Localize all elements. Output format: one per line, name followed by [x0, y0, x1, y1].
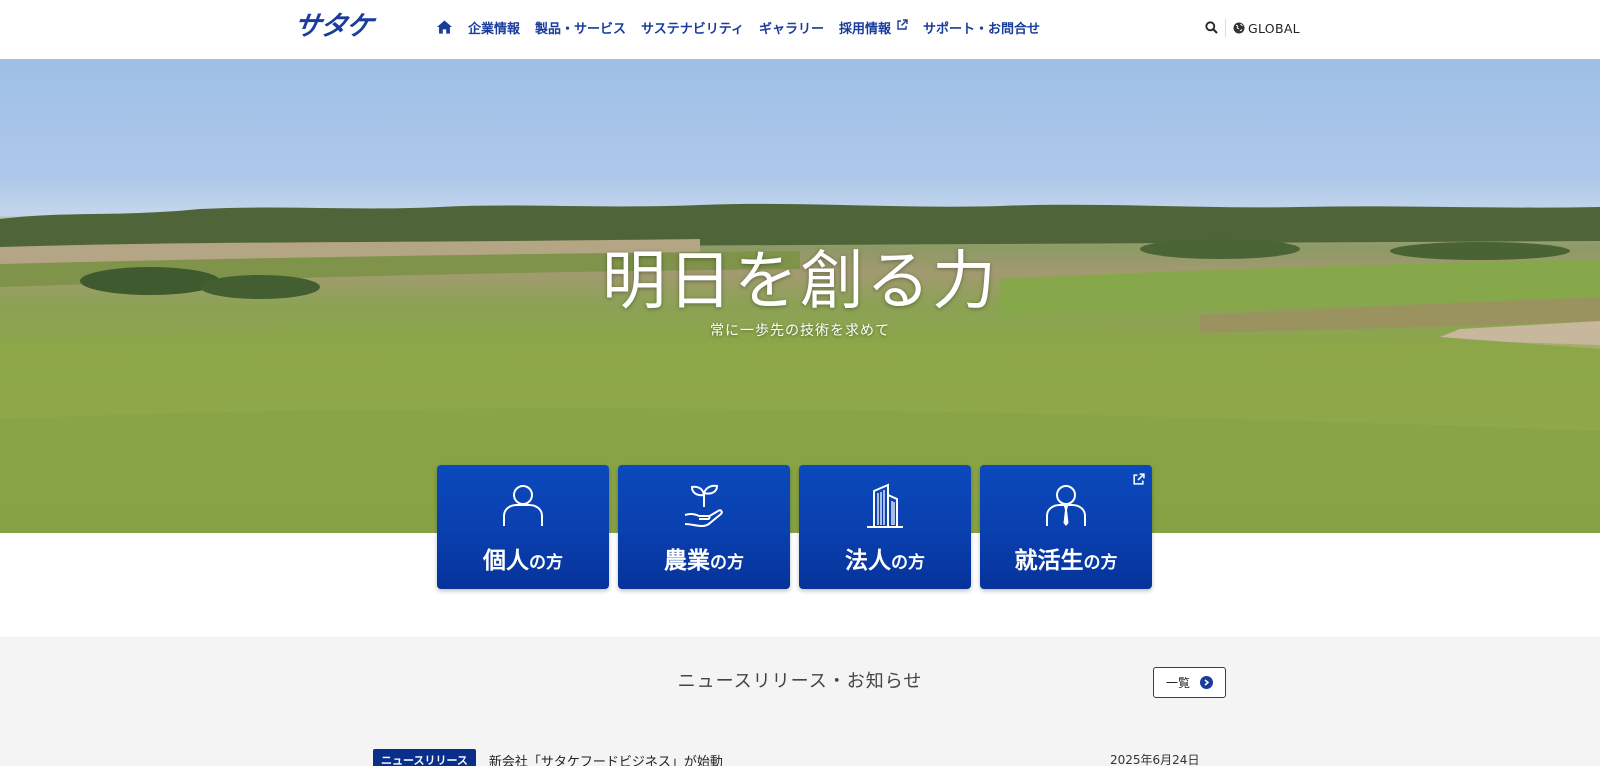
card-job-seeker[interactable]: 就活生の方 — [980, 465, 1152, 589]
site-header: サタケ 企業情報 製品・サービス サステナビリティ ギャラリー 採用情報 サポー… — [0, 0, 1600, 59]
nav-item-recruit[interactable]: 採用情報 — [839, 18, 908, 37]
news-headline-link[interactable]: 新会社「サタケフードビジネス」が始動 — [489, 751, 723, 766]
global-link[interactable]: GLOBAL — [1233, 19, 1300, 38]
nav-item-company[interactable]: 企業情報 — [468, 18, 520, 37]
news-list-button[interactable]: 一覧 — [1153, 667, 1226, 698]
news-section-title: ニュースリリース・お知らせ — [677, 671, 923, 692]
satake-logo[interactable]: サタケ — [292, 11, 386, 42]
hero-banner: 明日を創る力 常に一歩先の技術を求めて — [0, 59, 1600, 533]
nav-item-products[interactable]: 製品・サービス — [535, 18, 626, 37]
header-utilities: GLOBAL — [1205, 18, 1300, 38]
news-item[interactable]: ニュースリリース 新会社「サタケフードビジネス」が始動 2025年6月24日 — [373, 749, 1203, 766]
news-section: ニュースリリース・お知らせ 一覧 ニュースリリース 新会社「サタケフードビジネス… — [0, 637, 1600, 766]
sprout-hand-icon — [618, 483, 790, 531]
card-label: 個人の方 — [483, 548, 563, 574]
job-seeker-icon — [980, 483, 1152, 531]
nav-item-gallery[interactable]: ギャラリー — [759, 18, 824, 37]
home-icon[interactable] — [437, 20, 452, 34]
nav-item-support[interactable]: サポート・お問合せ — [923, 18, 1040, 37]
chevron-right-icon — [1200, 676, 1213, 689]
hero-title: 明日を創る力 — [602, 245, 998, 319]
audience-cards: 個人の方 農業の方 法人の方 就活生の方 — [437, 465, 1152, 589]
news-category-badge: ニュースリリース — [373, 749, 476, 766]
card-label: 法人の方 — [845, 548, 925, 574]
globe-icon — [1233, 19, 1245, 38]
card-agriculture[interactable]: 農業の方 — [618, 465, 790, 589]
news-date: 2025年6月24日 — [1110, 753, 1200, 766]
building-icon — [799, 483, 971, 531]
main-nav: 企業情報 製品・サービス サステナビリティ ギャラリー 採用情報 サポート・お問… — [437, 16, 1055, 38]
nav-item-sustainability[interactable]: サステナビリティ — [641, 18, 744, 37]
external-link-icon — [896, 19, 908, 35]
divider — [1225, 19, 1226, 37]
hero-subtitle: 常に一歩先の技術を求めて — [710, 323, 890, 339]
card-corporate[interactable]: 法人の方 — [799, 465, 971, 589]
card-label: 就活生の方 — [1014, 548, 1118, 574]
person-icon — [437, 483, 609, 531]
search-icon[interactable] — [1205, 19, 1218, 38]
card-individual[interactable]: 個人の方 — [437, 465, 609, 589]
card-label: 農業の方 — [664, 548, 744, 574]
